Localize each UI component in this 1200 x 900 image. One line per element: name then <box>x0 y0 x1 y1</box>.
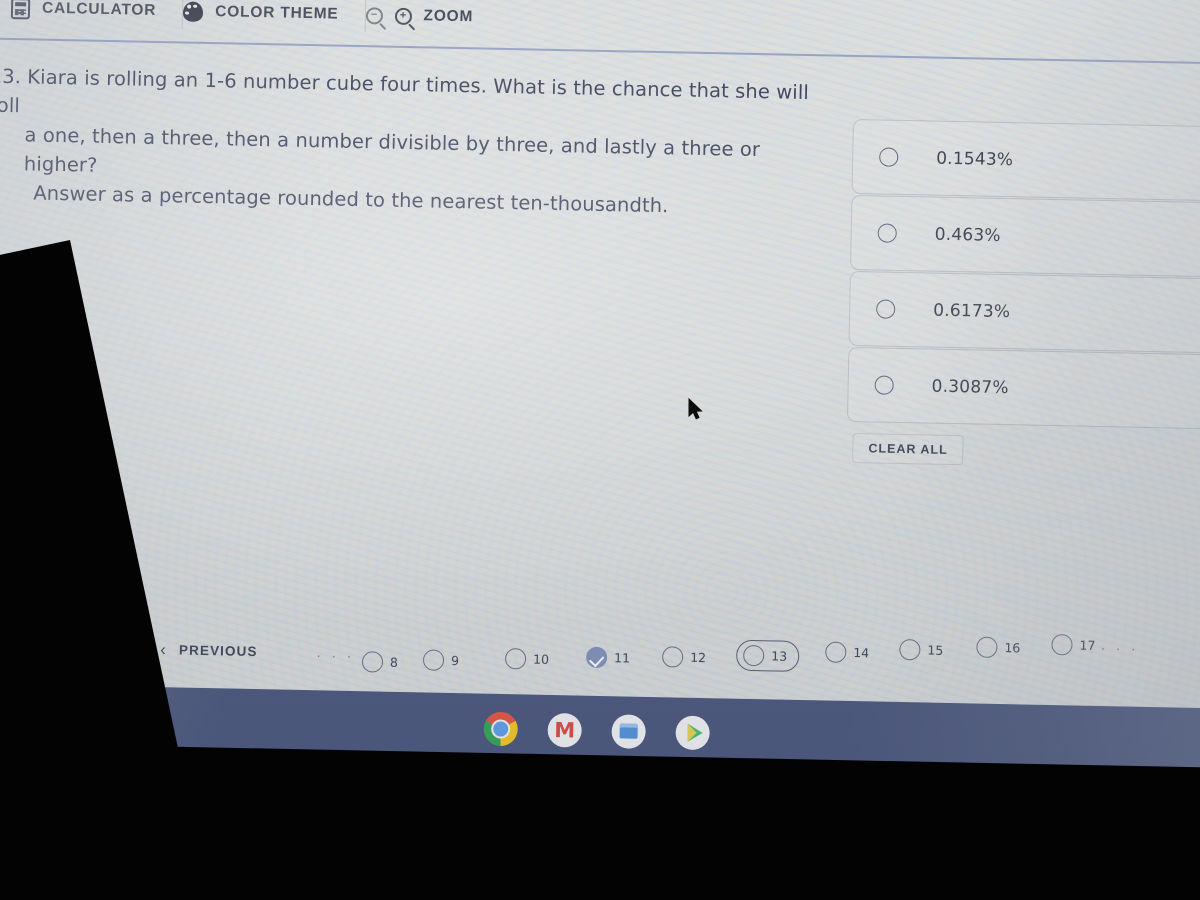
pager-item-15[interactable]: 15 <box>899 638 944 661</box>
answer-option[interactable]: 0.6173% <box>848 270 1200 354</box>
zoom-out-icon[interactable]: − <box>365 6 383 24</box>
color-theme-label: COLOR THEME <box>215 3 339 23</box>
color-theme-button[interactable]: COLOR THEME <box>183 0 365 35</box>
answer-option[interactable]: 0.3087% <box>846 346 1200 430</box>
answer-option[interactable]: 0.463% <box>849 194 1200 278</box>
files-icon[interactable] <box>611 714 647 749</box>
zoom-out-sign: − <box>370 8 378 21</box>
answer-options-list: 0.1543% 0.463% 0.6173% 0.3087% <box>846 118 1200 431</box>
pager-circle-icon <box>899 638 921 661</box>
photo-of-laptop-screen: CALCULATOR COLOR THEME − + ZOOM 13. Kiar… <box>0 0 1200 900</box>
pager-item-12[interactable]: 12 <box>661 646 707 668</box>
pager-circle-icon <box>743 644 765 667</box>
pager-circle-icon <box>825 641 847 663</box>
pager-checkmark-icon <box>585 646 608 669</box>
pager-circle-icon <box>976 636 998 658</box>
pager-number: 15 <box>927 642 944 658</box>
answer-option-label: 0.1543% <box>936 148 1014 170</box>
zoom-controls: − + ZOOM <box>365 0 499 38</box>
pager-number: 13 <box>771 648 788 664</box>
laptop-screen: CALCULATOR COLOR THEME − + ZOOM 13. Kiar… <box>0 0 1200 779</box>
play-store-icon[interactable] <box>675 715 710 751</box>
chrome-icon[interactable] <box>483 711 519 747</box>
radio-button-icon[interactable] <box>876 299 896 319</box>
zoom-label: ZOOM <box>423 7 474 26</box>
calculator-label: CALCULATOR <box>41 0 157 19</box>
pager-number: 10 <box>532 651 550 667</box>
pager-circle-icon <box>422 649 445 671</box>
calculator-button[interactable]: CALCULATOR <box>10 0 183 31</box>
pager-number: 12 <box>690 649 707 666</box>
launcher-icon[interactable] <box>40 706 68 734</box>
gmail-icon[interactable] <box>547 712 583 748</box>
palette-icon <box>183 1 204 22</box>
pager-circle-icon <box>661 646 684 668</box>
pager-item-14[interactable]: 14 <box>825 641 870 664</box>
pager-item-10[interactable]: 10 <box>504 648 550 670</box>
mouse-cursor <box>688 397 704 421</box>
radio-button-icon[interactable] <box>874 375 894 395</box>
radio-button-icon[interactable] <box>877 223 897 243</box>
zoom-in-icon[interactable]: + <box>394 7 412 25</box>
pager-number: 16 <box>1004 640 1021 656</box>
calculator-icon <box>10 0 31 19</box>
answer-option[interactable]: 0.1543% <box>851 118 1200 202</box>
pager-item-8[interactable]: 8 <box>361 651 399 673</box>
answer-option-label: 0.463% <box>934 224 1001 246</box>
pager-item-9[interactable]: 9 <box>422 649 460 671</box>
pager-number: 9 <box>450 652 460 669</box>
zoom-in-sign: + <box>399 9 407 22</box>
pager-item-16[interactable]: 16 <box>976 636 1021 659</box>
pager-ellipsis-right[interactable]: · · · <box>1100 640 1139 658</box>
answer-option-label: 0.3087% <box>931 376 1009 398</box>
pager-circle-icon <box>361 651 384 673</box>
question-text: 13. Kiara is rolling an 1-6 number cube … <box>0 62 830 224</box>
pager-item-11[interactable]: 11 <box>585 646 631 669</box>
radio-button-icon[interactable] <box>879 147 899 167</box>
pager-number: 11 <box>613 650 631 666</box>
pager-number: 8 <box>389 654 399 670</box>
pager-item-17[interactable]: 17 <box>1051 634 1096 656</box>
answer-option-label: 0.6173% <box>932 300 1011 322</box>
pager-number: 17 <box>1079 637 1096 653</box>
pager-number: 14 <box>853 645 870 661</box>
clear-all-button[interactable]: CLEAR ALL <box>852 433 965 466</box>
pager-circle-icon <box>1051 634 1073 656</box>
quiz-application: CALCULATOR COLOR THEME − + ZOOM 13. Kiar… <box>0 0 1200 779</box>
pager-item-13-current[interactable]: 13 <box>735 639 800 672</box>
pager-circle-icon <box>504 648 527 670</box>
